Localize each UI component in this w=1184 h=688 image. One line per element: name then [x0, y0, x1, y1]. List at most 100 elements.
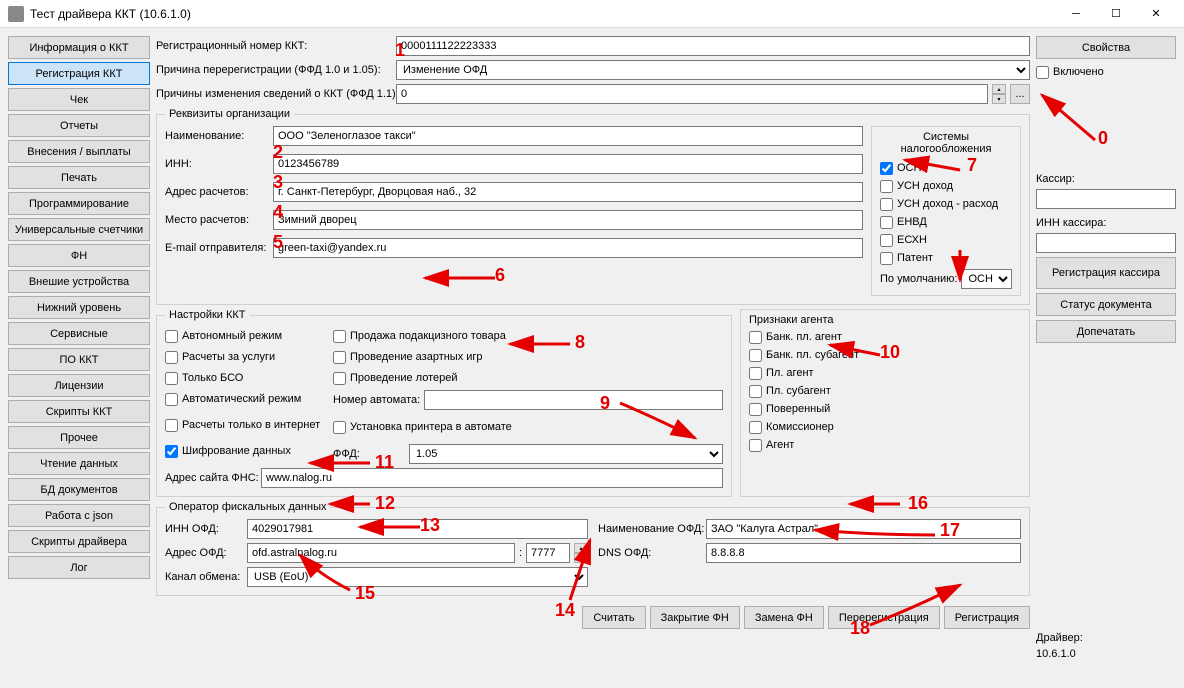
org-inn-input[interactable] [273, 154, 863, 174]
reg-cashier-button[interactable]: Регистрация кассира [1036, 257, 1176, 289]
maximize-button[interactable]: ☐ [1096, 0, 1136, 28]
org-name-input[interactable] [273, 126, 863, 146]
reg-num-input[interactable] [396, 36, 1030, 56]
bso-checkbox[interactable] [165, 372, 178, 385]
tax-patent-label: Патент [897, 252, 933, 264]
tax-osn-checkbox[interactable] [880, 162, 893, 175]
machine-num-input[interactable] [424, 390, 723, 410]
bso-label: Только БСО [182, 372, 243, 384]
bank-agent-checkbox[interactable] [749, 331, 762, 344]
ofd-name-input[interactable] [706, 519, 1021, 539]
auto-mode-label: Автоматический режим [182, 393, 301, 405]
pay-subagent-checkbox[interactable] [749, 385, 762, 398]
agent-checkbox[interactable] [749, 439, 762, 452]
sidebar-item-12[interactable]: ПО ККТ [8, 348, 150, 371]
enabled-checkbox[interactable] [1036, 66, 1049, 79]
org-addr-label: Адрес расчетов: [165, 186, 269, 198]
right-panel: Свойства Включено Кассир: ИНН кассира: Р… [1036, 36, 1176, 660]
services-label: Расчеты за услуги [182, 351, 275, 363]
sidebar-item-20[interactable]: Лог [8, 556, 150, 579]
org-addr-input[interactable] [273, 182, 863, 202]
sidebar-item-1[interactable]: Регистрация ККТ [8, 62, 150, 85]
port-spinner[interactable]: ▴▾ [574, 543, 588, 563]
org-place-input[interactable] [273, 210, 863, 230]
bank-subagent-label: Банк. пл. субагент [766, 349, 859, 361]
autonomous-label: Автономный режим [182, 330, 282, 342]
excise-checkbox[interactable] [333, 330, 346, 343]
ffd-select[interactable]: 1.05 [409, 444, 723, 464]
sidebar-item-13[interactable]: Лицензии [8, 374, 150, 397]
excise-label: Продажа подакцизного товара [350, 330, 506, 342]
agent-box: Признаки агента Банк. пл. агент Банк. пл… [740, 309, 1030, 497]
sidebar-item-11[interactable]: Сервисные [8, 322, 150, 345]
org-email-input[interactable] [273, 238, 863, 258]
tax-envd-checkbox[interactable] [880, 216, 893, 229]
ofd-addr-input[interactable] [247, 543, 515, 563]
commissioner-checkbox[interactable] [749, 421, 762, 434]
change-fn-button[interactable]: Замена ФН [744, 606, 824, 629]
cashier-inn-input[interactable] [1036, 233, 1176, 253]
autonomous-checkbox[interactable] [165, 330, 178, 343]
sidebar-item-4[interactable]: Внесения / выплаты [8, 140, 150, 163]
fns-label: Адрес сайта ФНС: [165, 472, 257, 484]
sidebar-item-7[interactable]: Универсальные счетчики [8, 218, 150, 241]
internet-only-label: Расчеты только в интернет [182, 419, 320, 431]
reg-num-label: Регистрационный номер ККТ: [156, 40, 392, 52]
fns-input[interactable] [261, 468, 723, 488]
sidebar-item-17[interactable]: БД документов [8, 478, 150, 501]
services-checkbox[interactable] [165, 351, 178, 364]
minimize-button[interactable]: ─ [1056, 0, 1096, 28]
sidebar-item-16[interactable]: Чтение данных [8, 452, 150, 475]
tax-eshn-checkbox[interactable] [880, 234, 893, 247]
ofd-port-input[interactable] [526, 543, 570, 563]
changes-reasons-input[interactable] [396, 84, 988, 104]
sidebar-item-19[interactable]: Скрипты драйвера [8, 530, 150, 553]
cashier-input[interactable] [1036, 189, 1176, 209]
rereg-button[interactable]: Перерегистрация [828, 606, 940, 629]
rereg-reason-select[interactable]: Изменение ОФД [396, 60, 1030, 80]
sidebar-item-14[interactable]: Скрипты ККТ [8, 400, 150, 423]
tax-patent-checkbox[interactable] [880, 252, 893, 265]
org-place-label: Место расчетов: [165, 214, 269, 226]
tax-default-select[interactable]: ОСН [961, 269, 1012, 289]
channel-select[interactable]: USB (EoU) [247, 567, 588, 587]
pay-agent-checkbox[interactable] [749, 367, 762, 380]
bottom-buttons: Считать Закрытие ФН Замена ФН Перерегист… [156, 606, 1030, 629]
tax-usn-d-checkbox[interactable] [880, 180, 893, 193]
sidebar-item-6[interactable]: Программирование [8, 192, 150, 215]
sidebar-item-0[interactable]: Информация о ККТ [8, 36, 150, 59]
tax-usn-dr-checkbox[interactable] [880, 198, 893, 211]
bank-subagent-checkbox[interactable] [749, 349, 762, 362]
bank-agent-label: Банк. пл. агент [766, 331, 842, 343]
properties-button[interactable]: Свойства [1036, 36, 1176, 59]
cashier-inn-label: ИНН кассира: [1036, 217, 1176, 229]
sidebar-item-10[interactable]: Нижний уровень [8, 296, 150, 319]
printer-machine-checkbox[interactable] [333, 421, 346, 434]
encryption-checkbox[interactable] [165, 445, 178, 458]
ofd-inn-input[interactable] [247, 519, 588, 539]
internet-only-checkbox[interactable] [165, 419, 178, 432]
reg-button[interactable]: Регистрация [944, 606, 1030, 629]
sidebar-item-15[interactable]: Прочее [8, 426, 150, 449]
close-fn-button[interactable]: Закрытие ФН [650, 606, 740, 629]
attorney-checkbox[interactable] [749, 403, 762, 416]
doc-status-button[interactable]: Статус документа [1036, 293, 1176, 316]
print-more-button[interactable]: Допечатать [1036, 320, 1176, 343]
sidebar-item-3[interactable]: Отчеты [8, 114, 150, 137]
sidebar-item-18[interactable]: Работа с json [8, 504, 150, 527]
sidebar-item-9[interactable]: Внешие устройства [8, 270, 150, 293]
tax-box: Системы налогообложения ОСН УСН доход УС… [871, 126, 1021, 296]
tax-envd-label: ЕНВД [897, 216, 927, 228]
sidebar-item-5[interactable]: Печать [8, 166, 150, 189]
auto-mode-checkbox[interactable] [165, 393, 178, 406]
close-button[interactable]: ✕ [1136, 0, 1176, 28]
sidebar-item-2[interactable]: Чек [8, 88, 150, 111]
pay-agent-label: Пл. агент [766, 367, 814, 379]
changes-spinner[interactable]: ▴▾ [992, 84, 1006, 104]
changes-more-button[interactable]: ... [1010, 84, 1030, 104]
read-button[interactable]: Считать [582, 606, 645, 629]
gambling-checkbox[interactable] [333, 351, 346, 364]
lottery-checkbox[interactable] [333, 372, 346, 385]
ofd-dns-input[interactable] [706, 543, 1021, 563]
sidebar-item-8[interactable]: ФН [8, 244, 150, 267]
